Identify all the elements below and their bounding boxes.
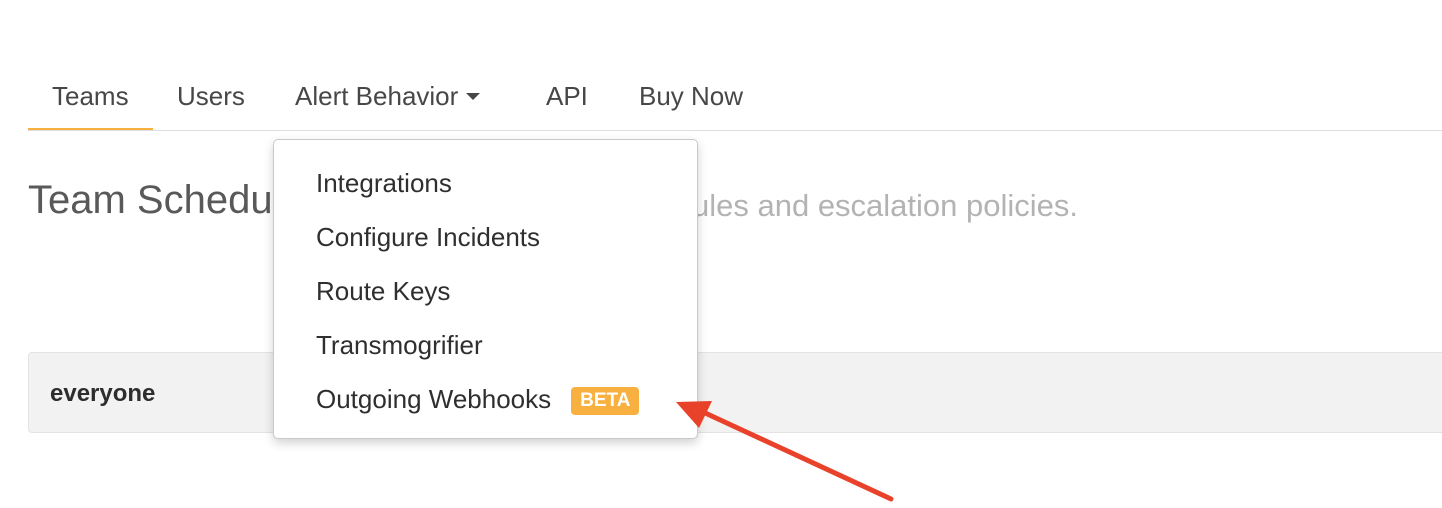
annotation-arrow-icon (676, 401, 894, 502)
annotation-arrow-shaft (700, 409, 894, 502)
